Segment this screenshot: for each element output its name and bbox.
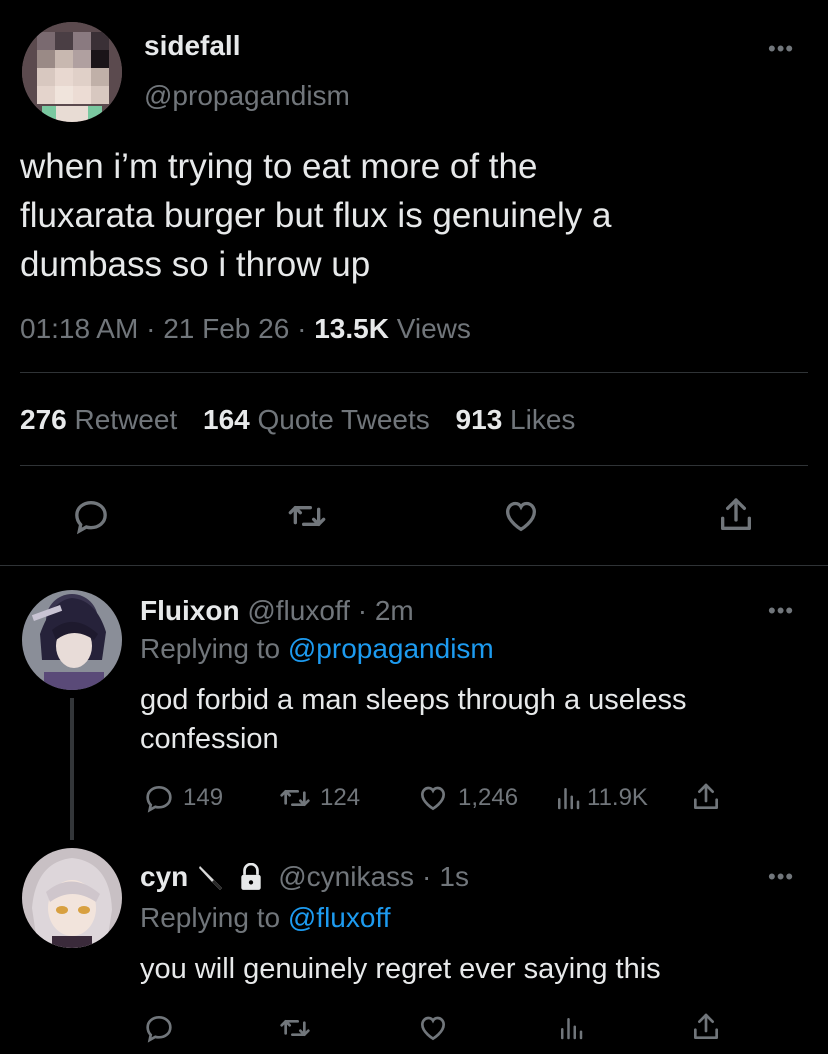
- anime-avatar-image: [22, 848, 122, 948]
- divider: [0, 565, 828, 566]
- retweet-icon[interactable]: [278, 1012, 312, 1044]
- pixel-avatar-image: [22, 22, 122, 122]
- knife-emoji-icon: [196, 862, 226, 892]
- replying-prefix: Replying to: [140, 902, 281, 933]
- meta-separator: ·: [297, 313, 307, 344]
- reply-text-line: god forbid a man sleeps through a useles…: [140, 684, 687, 716]
- quotes-stat[interactable]: 164 Quote Tweets: [203, 404, 438, 435]
- protected-lock-icon: [238, 863, 264, 891]
- replying-to: Replying to @fluxoff: [140, 902, 391, 934]
- quotes-count: 164: [203, 404, 250, 435]
- reply-count: 149: [183, 784, 224, 811]
- likes-count: 913: [455, 404, 503, 435]
- display-name[interactable]: Fluixon: [140, 595, 240, 626]
- avatar-fluixon[interactable]: [22, 590, 122, 690]
- handle[interactable]: @fluxoff: [247, 595, 350, 626]
- reply-age[interactable]: 1s: [439, 861, 469, 893]
- views-count: 13.5K: [314, 313, 389, 344]
- reply-age[interactable]: 2m: [375, 595, 414, 626]
- divider: [20, 372, 808, 373]
- replying-to: Replying to @propagandism: [140, 633, 494, 665]
- retweet-count: 124: [320, 784, 361, 811]
- share-icon[interactable]: [690, 1010, 722, 1044]
- display-name[interactable]: sidefall: [144, 30, 240, 62]
- tweet-date[interactable]: 21 Feb 26: [163, 313, 289, 344]
- handle[interactable]: @propagandism: [144, 80, 350, 112]
- thread-line: [70, 698, 74, 840]
- more-options-icon[interactable]: •••: [768, 36, 794, 62]
- retweets-label: Retweet: [74, 404, 178, 435]
- likes-label: Likes: [510, 404, 576, 435]
- replying-to-link[interactable]: @fluxoff: [288, 902, 391, 933]
- more-options-icon[interactable]: •••: [768, 598, 794, 624]
- quotes-label: Quote Tweets: [257, 404, 430, 435]
- likes-stat[interactable]: 913 Likes: [456, 404, 576, 435]
- handle[interactable]: @cynikass: [278, 861, 414, 893]
- views-icon[interactable]: [556, 1012, 586, 1044]
- reply-text: you will genuinely regret ever saying th…: [140, 950, 810, 989]
- anime-avatar-image: [22, 590, 122, 690]
- divider: [20, 465, 808, 466]
- views-label: Views: [396, 313, 471, 344]
- tweet-text: when i’m trying to eat more of the fluxa…: [20, 142, 810, 289]
- reply-icon: [143, 782, 175, 814]
- replying-prefix: Replying to: [140, 633, 281, 664]
- reply-text-line: confession: [140, 723, 279, 755]
- share-icon[interactable]: [716, 494, 756, 536]
- retweets-count: 276: [20, 404, 67, 435]
- reply-header: Fluixon @fluxoff · 2m: [140, 595, 414, 627]
- retweet-icon: [278, 782, 312, 814]
- like-icon[interactable]: [500, 496, 542, 536]
- tweet-time[interactable]: 01:18 AM: [20, 313, 138, 344]
- like-button[interactable]: 1,246: [416, 782, 518, 814]
- retweets-stat[interactable]: 276 Retweet: [20, 404, 185, 435]
- engagement-stats: 276 Retweet 164 Quote Tweets 913 Likes: [20, 404, 575, 436]
- reply-header: cyn @cynikass · 1s: [140, 861, 469, 893]
- reply-text-line: you will genuinely regret ever saying th…: [140, 953, 661, 985]
- like-count: 1,246: [458, 784, 519, 811]
- replying-to-link[interactable]: @propagandism: [288, 633, 494, 664]
- meta-separator: ·: [357, 595, 368, 626]
- tweet-text-line: when i’m trying to eat more of the: [20, 147, 538, 186]
- tweet-text-line: dumbass so i throw up: [20, 245, 371, 284]
- reply-icon[interactable]: [71, 496, 111, 536]
- view-count: 11.9K: [587, 784, 648, 811]
- views-button[interactable]: 11.9K: [553, 782, 648, 814]
- meta-separator: ·: [422, 861, 432, 892]
- like-icon[interactable]: [416, 1012, 450, 1044]
- avatar-cyn[interactable]: [22, 848, 122, 948]
- meta-separator: ·: [146, 313, 156, 344]
- retweet-button[interactable]: 124: [278, 782, 360, 814]
- like-icon: [416, 782, 450, 814]
- tweet-meta: 01:18 AM · 21 Feb 26 · 13.5K Views: [20, 313, 471, 345]
- tweet-text-line: fluxarata burger but flux is genuinely a: [20, 196, 612, 235]
- more-options-icon[interactable]: •••: [768, 864, 794, 890]
- views-icon: [553, 782, 583, 814]
- reply-icon[interactable]: [143, 1012, 175, 1044]
- share-icon[interactable]: [690, 780, 722, 814]
- reply-button[interactable]: 149: [143, 782, 223, 814]
- retweet-icon[interactable]: [286, 496, 328, 536]
- reply-text: god forbid a man sleeps through a useles…: [140, 681, 810, 759]
- avatar-sidefall[interactable]: [22, 22, 122, 122]
- display-name[interactable]: cyn: [140, 861, 188, 893]
